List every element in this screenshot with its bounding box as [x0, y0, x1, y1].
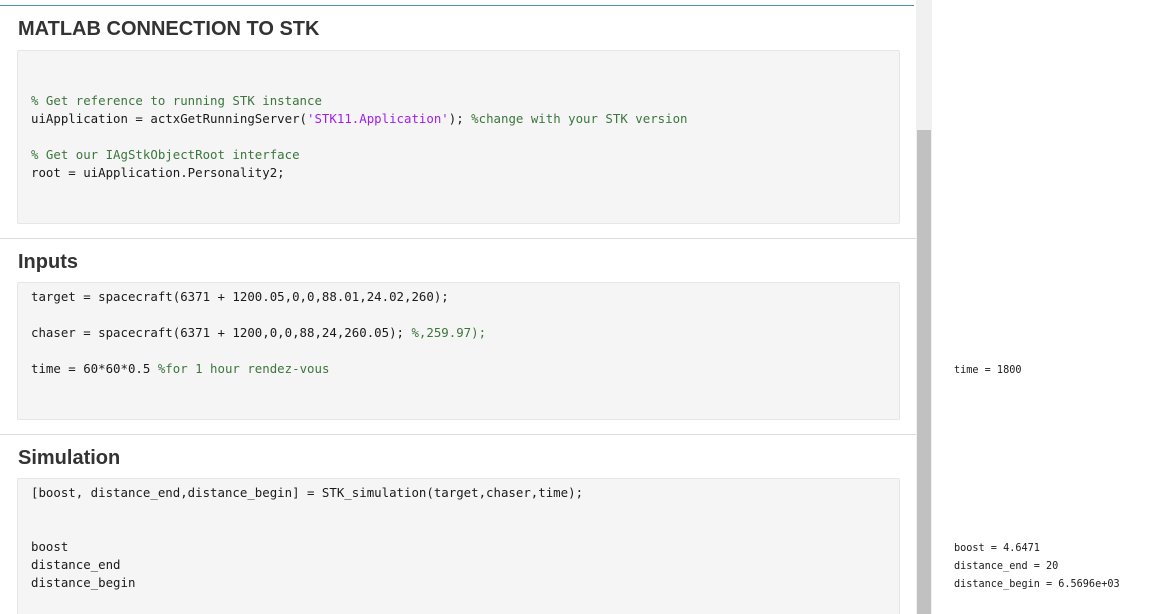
code-token: target = spacecraft(6371 + 1200.05,0,0,8…	[31, 289, 449, 304]
comment-token: % Get our IAgStkObjectRoot interface	[31, 147, 300, 162]
comment-token: %change with your STK version	[471, 111, 688, 126]
code-token: uiApplication = actxGetRunningServer(	[31, 111, 308, 126]
output-distance-end: distance_end = 20	[954, 561, 1059, 572]
output-time: time = 1800	[954, 365, 1022, 376]
code-token: );	[448, 111, 472, 126]
code-line[interactable]: root = uiApplication.Personality2;	[31, 164, 285, 182]
comment-token: %for 1 hour rendez-vous	[157, 361, 330, 376]
code-line[interactable]: % Get our IAgStkObjectRoot interface	[31, 146, 300, 164]
code-token: distance_begin	[31, 575, 136, 590]
code-token: boost	[31, 539, 69, 554]
code-token: chaser = spacecraft(6371 + 1200,0,0,88,2…	[31, 325, 412, 340]
string-token: 'STK11.Application'	[307, 111, 449, 126]
section-divider	[0, 238, 916, 239]
code-block-stk-connection[interactable]	[17, 50, 900, 224]
section-divider-top	[0, 5, 914, 6]
code-line[interactable]: [boost, distance_end,distance_begin] = S…	[31, 484, 583, 502]
code-line[interactable]: chaser = spacecraft(6371 + 1200,0,0,88,2…	[31, 324, 486, 342]
code-line[interactable]: distance_begin	[31, 574, 135, 592]
section-title-inputs: Inputs	[18, 251, 78, 273]
code-token: root = uiApplication.Personality2;	[31, 165, 285, 180]
code-token: [boost, distance_end,distance_begin] = S…	[31, 485, 584, 500]
code-line[interactable]: distance_end	[31, 556, 121, 574]
code-line[interactable]: boost	[31, 538, 68, 556]
live-script-editor[interactable]: MATLAB CONNECTION TO STK % Get reference…	[0, 0, 916, 614]
section-title-simulation: Simulation	[18, 447, 121, 469]
scrollbar-thumb[interactable]	[917, 130, 931, 614]
code-token: distance_end	[31, 557, 121, 572]
output-pane	[932, 0, 1154, 614]
output-boost: boost = 4.6471	[954, 543, 1040, 554]
comment-token: % Get reference to running STK instance	[31, 93, 322, 108]
output-distance-begin: distance_begin = 6.5696e+03	[954, 579, 1120, 590]
section-divider	[0, 434, 916, 435]
code-token: time = 60*60*0.5	[31, 361, 158, 376]
code-line[interactable]: time = 60*60*0.5 %for 1 hour rendez-vous	[31, 360, 329, 378]
code-line[interactable]: uiApplication = actxGetRunningServer('ST…	[31, 110, 688, 128]
comment-token: %,259.97);	[411, 325, 487, 340]
code-line[interactable]: % Get reference to running STK instance	[31, 92, 322, 110]
section-title-stk-connection: MATLAB CONNECTION TO STK	[18, 18, 320, 40]
code-line[interactable]: target = spacecraft(6371 + 1200.05,0,0,8…	[31, 288, 449, 306]
